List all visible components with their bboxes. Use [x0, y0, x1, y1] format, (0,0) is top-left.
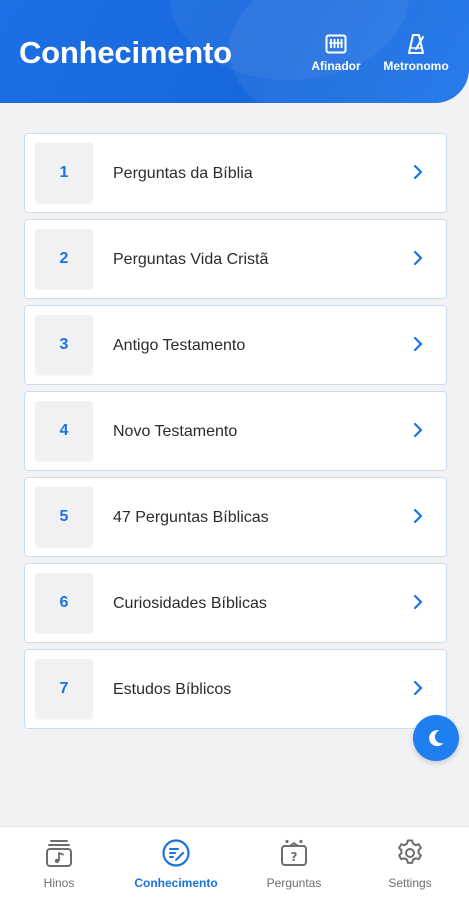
metronome-label: Metronomo [383, 59, 449, 73]
list-item[interactable]: 5 47 Perguntas Bíblicas [24, 477, 447, 557]
item-number: 1 [59, 164, 69, 181]
chevron-right-icon [413, 422, 423, 438]
chevron-right-icon [413, 250, 423, 266]
question-book-icon: ? [277, 837, 311, 869]
item-number-box: 5 [35, 487, 93, 547]
dark-mode-toggle-button[interactable] [413, 715, 459, 761]
item-number-box: 1 [35, 143, 93, 203]
metronome-icon [403, 33, 429, 55]
list-item[interactable]: 2 Perguntas Vida Cristã [24, 219, 447, 299]
tuner-button[interactable]: Afinador [301, 33, 371, 75]
list-item[interactable]: 3 Antigo Testamento [24, 305, 447, 385]
chevron-right-icon [413, 508, 423, 524]
item-label: Estudos Bíblicos [113, 681, 232, 698]
item-number-box: 3 [35, 315, 93, 375]
nav-label: Settings [388, 876, 432, 890]
gear-icon [393, 837, 427, 869]
bottom-navigation: Hinos Conhecimento ? Perguntas Settings [0, 826, 469, 900]
metronome-button[interactable]: Metronomo [381, 33, 451, 75]
chevron-right-icon [413, 594, 423, 610]
nav-item-hinos[interactable]: Hinos [4, 837, 114, 893]
nav-item-settings[interactable]: Settings [355, 837, 465, 893]
nav-item-conhecimento[interactable]: Conhecimento [121, 837, 231, 893]
topic-list: 1 Perguntas da Bíblia 2 Perguntas Vida C… [24, 133, 447, 735]
page-title: Conhecimento [19, 35, 232, 70]
item-label: Perguntas Vida Cristã [113, 251, 269, 268]
item-label: Curiosidades Bíblicas [113, 595, 267, 612]
chevron-right-icon [413, 164, 423, 180]
nav-label: Conhecimento [134, 876, 218, 890]
svg-text:?: ? [291, 850, 298, 864]
tuner-icon [323, 33, 349, 55]
list-item[interactable]: 1 Perguntas da Bíblia [24, 133, 447, 213]
moon-icon [429, 730, 444, 747]
list-item[interactable]: 7 Estudos Bíblicos [24, 649, 447, 729]
app-screen: Conhecimento Afinador Metronomo 1 Pergun… [0, 0, 469, 900]
header: Conhecimento Afinador Metronomo [0, 0, 469, 103]
item-number: 5 [59, 508, 69, 525]
item-number: 7 [59, 680, 69, 697]
item-label: Antigo Testamento [113, 337, 246, 354]
nav-label: Hinos [43, 876, 75, 890]
tuner-label: Afinador [311, 59, 361, 73]
item-number-box: 4 [35, 401, 93, 461]
item-label: Novo Testamento [113, 423, 238, 440]
item-label: 47 Perguntas Bíblicas [113, 509, 269, 526]
hymnbook-icon [42, 837, 76, 869]
item-number: 4 [59, 422, 69, 439]
item-number-box: 2 [35, 229, 93, 289]
list-item[interactable]: 6 Curiosidades Bíblicas [24, 563, 447, 643]
nav-item-perguntas[interactable]: ? Perguntas [239, 837, 349, 893]
item-number: 3 [59, 336, 69, 353]
item-number: 6 [59, 594, 69, 611]
chevron-right-icon [413, 336, 423, 352]
item-number-box: 7 [35, 659, 93, 719]
list-item[interactable]: 4 Novo Testamento [24, 391, 447, 471]
chevron-right-icon [413, 680, 423, 696]
item-number: 2 [59, 250, 69, 267]
item-number-box: 6 [35, 573, 93, 633]
nav-label: Perguntas [266, 876, 322, 890]
item-label: Perguntas da Bíblia [113, 165, 253, 182]
knowledge-icon [159, 837, 193, 869]
